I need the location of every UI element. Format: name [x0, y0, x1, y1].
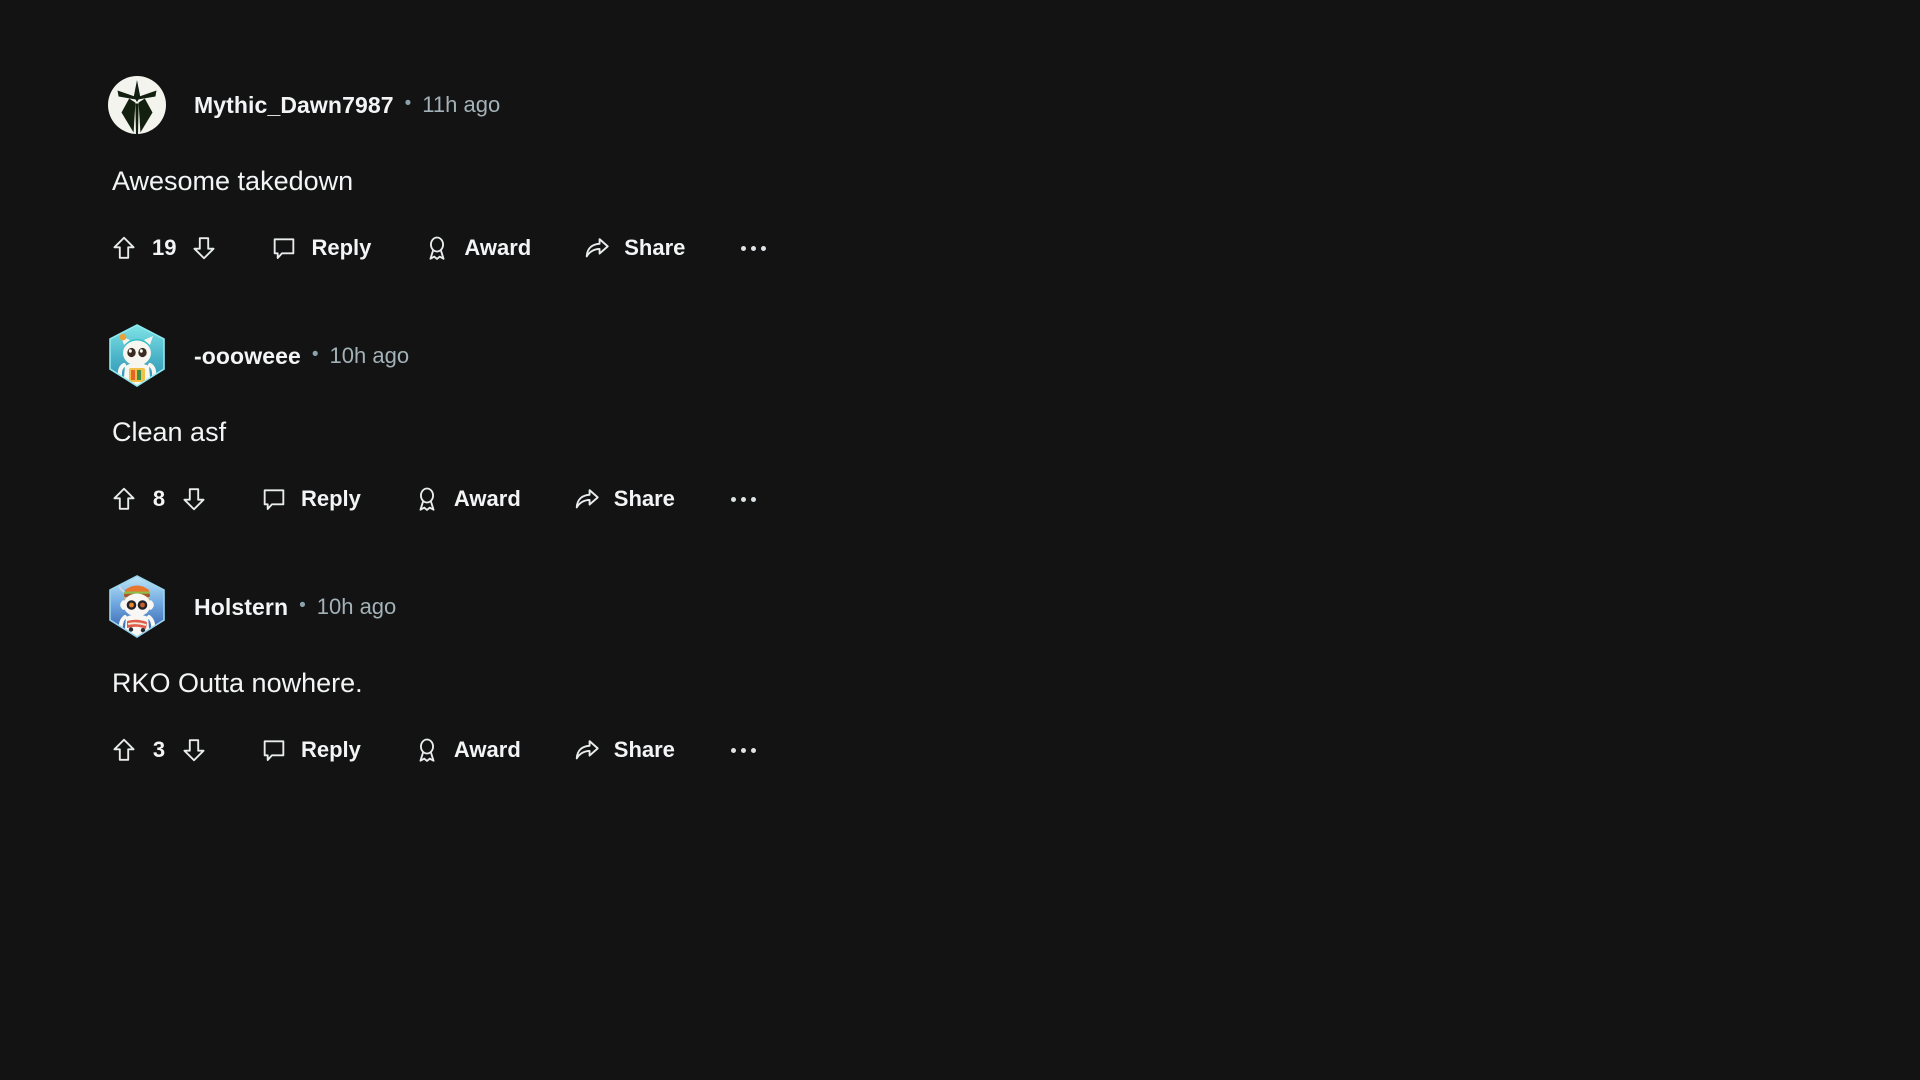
ellipsis-icon — [751, 245, 757, 251]
award-label: Award — [453, 486, 521, 512]
more-options-button[interactable] — [737, 245, 770, 251]
comment-author[interactable]: Mythic_Dawn7987 — [194, 93, 394, 117]
downvote-button[interactable] — [180, 485, 208, 513]
comment-item: Mythic_Dawn7987 • 11h ago Awesome takedo… — [0, 72, 1920, 271]
comment-author[interactable]: Holstern — [194, 595, 288, 619]
comment-body: Awesome takedown — [112, 166, 354, 196]
comment-item: -oooweee • 10h ago Clean asf 8 Reply Awa… — [0, 323, 1920, 522]
comment-action-bar: 8 Reply Award Share — [104, 476, 1920, 522]
ellipsis-icon — [741, 245, 747, 251]
comment-header: -oooweee • 10h ago — [104, 323, 1920, 389]
share-button[interactable]: Share — [583, 234, 685, 262]
vote-group: 3 — [110, 728, 208, 772]
mythic-dawn-emblem-avatar-icon — [108, 76, 166, 135]
vote-count: 19 — [152, 235, 177, 261]
avatar[interactable] — [104, 574, 170, 640]
comment-body: Clean asf — [112, 417, 227, 448]
vote-count: 8 — [152, 486, 166, 512]
comment-meta: -oooweee • 10h ago — [194, 343, 410, 369]
award-label: Award — [453, 737, 521, 763]
comment-action-bar: 3 Reply Award Share — [104, 727, 1920, 773]
share-arrow-icon — [575, 740, 599, 760]
comment-item: Holstern • 10h ago RKO Outta nowhere. 3 — [0, 574, 1920, 773]
award-medal-icon — [429, 236, 445, 260]
ellipsis-icon — [761, 245, 767, 251]
comment-header: Mythic_Dawn7987 • 11h ago — [104, 72, 1920, 138]
avatar[interactable] — [104, 323, 170, 389]
share-label: Share — [613, 486, 675, 512]
more-options-button[interactable] — [727, 747, 760, 753]
award-medal-icon — [419, 487, 435, 512]
reply-button[interactable]: Reply — [260, 736, 361, 764]
share-arrow-icon — [586, 238, 609, 258]
comment-timestamp: 11h ago — [422, 92, 501, 117]
vote-count: 3 — [152, 737, 166, 763]
ellipsis-icon — [730, 496, 736, 502]
ellipsis-icon — [740, 496, 746, 502]
ellipsis-icon — [750, 747, 756, 753]
reply-button[interactable]: Reply — [270, 234, 371, 262]
comment-author[interactable]: -oooweee — [194, 344, 301, 368]
reply-label: Reply — [301, 486, 361, 512]
ellipsis-icon — [730, 747, 736, 753]
meta-separator: • — [311, 343, 319, 365]
snoo-cat-teal-avatar-icon — [109, 324, 165, 388]
upvote-arrow-icon — [113, 487, 135, 510]
upvote-button[interactable] — [110, 485, 138, 513]
comment-timestamp: 10h ago — [316, 594, 397, 620]
comment-meta: Holstern • 10h ago — [194, 594, 397, 620]
ellipsis-icon — [740, 747, 746, 753]
comment-header: Holstern • 10h ago — [104, 574, 1920, 640]
share-button[interactable]: Share — [573, 485, 675, 513]
comment-meta: Mythic_Dawn7987 • 11h ago — [194, 92, 501, 117]
meta-separator: • — [299, 594, 306, 616]
comment-body: RKO Outta nowhere. — [112, 668, 363, 699]
share-label: Share — [613, 737, 675, 763]
award-label: Award — [464, 235, 532, 261]
downvote-arrow-icon — [193, 237, 215, 260]
downvote-arrow-icon — [183, 488, 205, 511]
downvote-button[interactable] — [190, 234, 218, 262]
award-button[interactable]: Award — [423, 234, 531, 262]
award-medal-icon — [419, 738, 435, 763]
ellipsis-icon — [750, 496, 756, 502]
downvote-button[interactable] — [180, 736, 208, 764]
comment-timestamp: 10h ago — [329, 343, 410, 369]
comment-bubble-icon — [274, 238, 295, 260]
upvote-arrow-icon — [113, 739, 135, 762]
share-arrow-icon — [575, 489, 599, 509]
meta-separator: • — [404, 92, 412, 114]
award-button[interactable]: Award — [413, 485, 521, 513]
award-button[interactable]: Award — [413, 736, 521, 764]
reply-label: Reply — [311, 235, 372, 261]
comment-action-bar: 19 Reply Award Share — [104, 225, 1920, 271]
upvote-arrow-icon — [113, 236, 135, 259]
reply-label: Reply — [301, 737, 361, 763]
upvote-button[interactable] — [110, 736, 138, 764]
more-options-button[interactable] — [727, 496, 760, 502]
vote-group: 19 — [110, 226, 218, 270]
snoo-burger-blue-avatar-icon — [109, 575, 165, 639]
share-button[interactable]: Share — [573, 736, 675, 764]
comment-bubble-icon — [263, 489, 285, 511]
reply-button[interactable]: Reply — [260, 485, 361, 513]
avatar[interactable] — [104, 72, 170, 138]
upvote-button[interactable] — [110, 234, 138, 262]
comment-bubble-icon — [263, 740, 285, 762]
vote-group: 8 — [110, 477, 208, 521]
comment-feed: Mythic_Dawn7987 • 11h ago Awesome takedo… — [0, 0, 1920, 825]
share-label: Share — [624, 235, 686, 261]
downvote-arrow-icon — [183, 739, 205, 762]
